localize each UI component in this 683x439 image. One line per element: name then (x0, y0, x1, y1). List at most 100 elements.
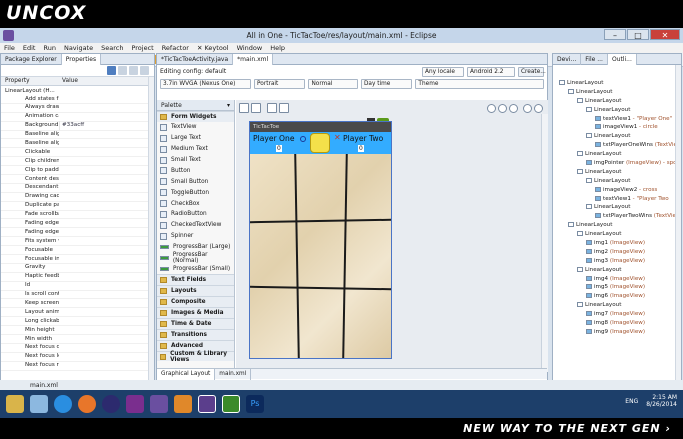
palette-category[interactable]: Layouts (157, 285, 234, 297)
tab-1[interactable]: *main.xml (233, 53, 274, 65)
categories-icon[interactable] (107, 66, 116, 75)
palette-item[interactable]: ProgressBar (Small) (157, 263, 234, 274)
palette-item[interactable]: CheckBox (157, 198, 234, 209)
property-row[interactable]: Next focus ri (1, 362, 154, 371)
outline-node[interactable]: LinearLayout (553, 177, 681, 186)
outline-node[interactable]: LinearLayout (553, 230, 681, 239)
restore-default-icon[interactable] (129, 66, 138, 75)
outline-node[interactable]: imgPointer (ImageView) - spo (553, 159, 681, 168)
palette-item[interactable]: Large Text (157, 133, 234, 144)
device-select[interactable]: 3.7in WVGA (Nexus One) (160, 79, 251, 89)
tab-1[interactable]: File ... (581, 53, 608, 65)
outline-scrollbar[interactable] (675, 65, 681, 385)
outline-node[interactable]: img9 (ImageView) (553, 328, 681, 337)
outline-node[interactable]: imageView2 - cross (553, 186, 681, 195)
outline-node[interactable]: txtPlayerOneWins (TextVie (553, 141, 681, 150)
outline-node[interactable]: img3 (ImageView) (553, 257, 681, 266)
outline-node[interactable]: LinearLayout (553, 203, 681, 212)
outline-node[interactable]: imageView1 - circle (553, 123, 681, 132)
outline-node[interactable]: textView1 - "Player Two (553, 195, 681, 204)
advanced-icon[interactable] (118, 66, 127, 75)
palette-item[interactable]: Medium Text (157, 144, 234, 155)
palette-item[interactable]: Spinner (157, 231, 234, 242)
maximize-icon[interactable]: □ (627, 29, 649, 40)
outline-node[interactable]: img6 (ImageView) (553, 292, 681, 301)
outline-node[interactable]: LinearLayout (553, 221, 681, 230)
outline-node[interactable]: LinearLayout (553, 266, 681, 275)
media-player-icon[interactable] (174, 395, 192, 413)
clock[interactable]: 2:15 AM 8/26/2014 (646, 394, 677, 408)
outline-node[interactable]: LinearLayout (553, 88, 681, 97)
locale-select[interactable]: Any locale (422, 66, 464, 77)
photoshop-icon[interactable]: Ps (246, 395, 264, 413)
zoom-real-icon[interactable] (498, 103, 507, 113)
palette-category[interactable]: Time & Date (157, 317, 234, 329)
outline-node[interactable]: LinearLayout (553, 301, 681, 310)
zoom-100-icon[interactable] (534, 103, 543, 113)
palette-item[interactable]: ToggleButton (157, 187, 234, 198)
palette-category[interactable]: Text Fields (157, 274, 234, 286)
palette-item[interactable]: TextView (157, 122, 234, 133)
property-value[interactable]: #33acff (59, 121, 154, 131)
palette-item[interactable]: ProgressBar (Normal) (157, 252, 234, 264)
android-sdk-icon[interactable] (222, 395, 240, 413)
menu-item-6[interactable]: Refactor (158, 44, 193, 52)
outline-node[interactable]: img4 (ImageView) (553, 275, 681, 284)
palette-category[interactable]: Custom & Library Views (157, 351, 234, 363)
zoom-in-icon[interactable] (509, 103, 518, 113)
outline-node[interactable]: img8 (ImageView) (553, 319, 681, 328)
theme-select[interactable]: Theme (415, 79, 544, 89)
outline-node[interactable]: LinearLayout (553, 106, 681, 115)
palette-item[interactable]: RadioButton (157, 209, 234, 220)
palette-category[interactable]: Transitions (157, 328, 234, 340)
outline-node[interactable]: LinearLayout (553, 150, 681, 159)
palette-item[interactable]: Small Text (157, 155, 234, 166)
menu-item-0[interactable]: File (0, 44, 19, 52)
outline-node[interactable]: img5 (ImageView) (553, 283, 681, 292)
tab-0[interactable]: Graphical Layout (157, 368, 216, 380)
internet-explorer-icon[interactable] (54, 395, 72, 413)
outline-node[interactable]: LinearLayout (553, 79, 681, 88)
palette-category[interactable]: Form Widgets (157, 111, 234, 122)
outline-node[interactable]: txtPlayerTwoWins (TextVie (553, 212, 681, 221)
outline-node[interactable]: LinearLayout (553, 97, 681, 106)
layout-toggle-icon[interactable] (239, 103, 249, 113)
fill-height-icon[interactable] (279, 103, 289, 113)
menu-item-8[interactable]: Window (233, 44, 267, 52)
menu-item-2[interactable]: Run (39, 44, 59, 52)
zoom-out-icon[interactable] (523, 103, 532, 113)
menu-item-5[interactable]: Project (127, 44, 157, 52)
outline-node[interactable]: LinearLayout (553, 132, 681, 141)
palette-category[interactable]: Advanced (157, 339, 234, 351)
menu-item-4[interactable]: Search (97, 44, 127, 52)
outline-node[interactable]: img2 (ImageView) (553, 248, 681, 257)
palette-item[interactable]: CheckedTextView (157, 220, 234, 231)
outline-node[interactable]: textView1 - "Player One" (553, 115, 681, 124)
lang-indicator[interactable]: ENG (625, 398, 638, 405)
minimize-icon[interactable]: – (604, 29, 626, 40)
view-menu-icon[interactable] (140, 66, 149, 75)
fill-width-icon[interactable] (267, 103, 277, 113)
menu-item-1[interactable]: Edit (19, 44, 40, 52)
create-button[interactable]: Create... (518, 66, 546, 77)
palette-item[interactable]: Small Button (157, 176, 234, 187)
close-icon[interactable]: ✕ (650, 29, 680, 40)
tool-icon[interactable] (126, 395, 144, 413)
outline-node[interactable]: img1 (ImageView) (553, 239, 681, 248)
firefox-icon[interactable] (78, 395, 96, 413)
app-icon[interactable] (198, 395, 216, 413)
palette-category[interactable]: Composite (157, 296, 234, 308)
properties-scrollbar[interactable] (148, 77, 154, 385)
tab-1[interactable]: Properties (61, 53, 102, 65)
tab-0[interactable]: *TicTacToeActivity.java (157, 53, 234, 65)
eclipse-taskbar-icon[interactable] (102, 395, 120, 413)
palette-item[interactable]: Button (157, 165, 234, 176)
zoom-fit-icon[interactable] (487, 103, 496, 113)
outline-node[interactable]: LinearLayout (553, 168, 681, 177)
night-select[interactable]: Day time (360, 79, 413, 89)
palette-item[interactable]: ProgressBar (Large) (157, 242, 234, 253)
computer-icon[interactable] (30, 395, 48, 413)
tab-2[interactable]: Outli... (607, 53, 637, 65)
visual-studio-icon[interactable] (150, 395, 168, 413)
file-explorer-icon[interactable] (6, 395, 24, 413)
